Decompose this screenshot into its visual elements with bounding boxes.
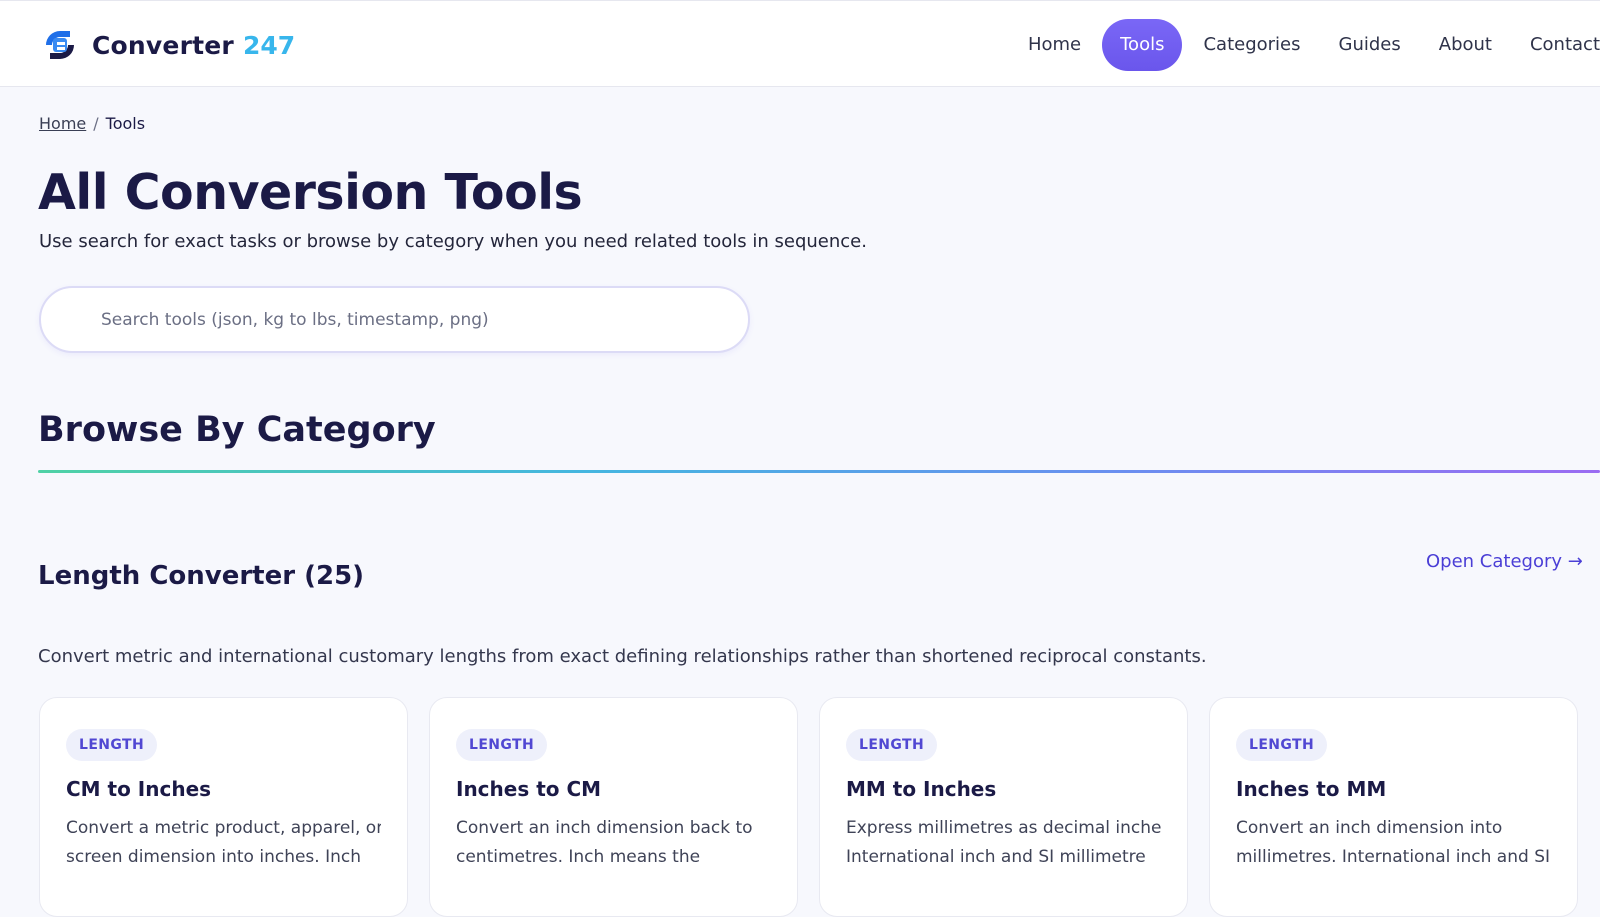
tool-card-description: Convert an inch dimension back to centim…	[456, 814, 771, 872]
tool-card-title: Inches to MM	[1236, 777, 1387, 801]
tool-card-description-line: Convert a metric product, apparel, or	[66, 818, 381, 838]
nav-categories[interactable]: Categories	[1184, 19, 1319, 71]
tool-card-mm-to-inches[interactable]: LENGTH MM to Inches Express millimetres …	[819, 697, 1188, 917]
tool-card-description-line: millimetres. International inch and SI	[1236, 847, 1550, 867]
tool-card-cm-to-inches[interactable]: LENGTH CM to Inches Convert a metric pro…	[39, 697, 408, 917]
nav-contact[interactable]: Contact	[1511, 19, 1600, 71]
tool-cards: LENGTH CM to Inches Convert a metric pro…	[39, 697, 1600, 917]
breadcrumb-current: Tools	[105, 114, 146, 133]
search-input[interactable]	[99, 288, 719, 351]
category-description: Convert metric and international customa…	[38, 646, 1207, 667]
breadcrumb-separator: /	[93, 114, 99, 133]
tool-card-description: Convert a metric product, apparel, or sc…	[66, 814, 381, 872]
tool-card-description-line: Convert an inch dimension into	[1236, 818, 1503, 838]
category-badge: LENGTH	[1236, 729, 1328, 761]
tool-card-description: Convert an inch dimension into millimetr…	[1236, 814, 1551, 872]
section-title-browse: Browse By Category	[38, 410, 436, 450]
logo-number: 247	[242, 30, 296, 60]
site-logo[interactable]: Converter 247	[40, 25, 295, 65]
nav-about[interactable]: About	[1420, 19, 1511, 71]
page-title: All Conversion Tools	[38, 164, 583, 221]
tool-card-description-line: International inch and SI millimetre	[846, 847, 1146, 867]
tool-card-description-line: screen dimension into inches. Inch	[66, 847, 362, 867]
main-nav: Home Tools Categories Guides About Conta…	[1009, 19, 1600, 71]
tool-card-title: MM to Inches	[846, 777, 997, 801]
page-subtitle: Use search for exact tasks or browse by …	[39, 231, 867, 252]
tool-card-title: Inches to CM	[456, 777, 602, 801]
search-box	[39, 286, 750, 353]
nav-tools[interactable]: Tools	[1102, 19, 1183, 71]
category-badge: LENGTH	[66, 729, 158, 761]
nav-guides[interactable]: Guides	[1320, 19, 1420, 71]
category-title: Length Converter (25)	[38, 561, 365, 591]
open-category-link[interactable]: Open Category →	[1426, 551, 1583, 572]
tool-card-description-line: Convert an inch dimension back to	[456, 818, 753, 838]
tool-card-description-line: Express millimetres as decimal inches.	[846, 818, 1161, 838]
breadcrumb: Home / Tools	[39, 114, 145, 133]
tool-card-inches-to-mm[interactable]: LENGTH Inches to MM Convert an inch dime…	[1209, 697, 1578, 917]
category-badge: LENGTH	[846, 729, 938, 761]
nav-home[interactable]: Home	[1009, 19, 1100, 71]
site-header: Converter 247 Home Tools Categories Guid…	[0, 0, 1600, 87]
tool-card-description: Express millimetres as decimal inches. I…	[846, 814, 1161, 872]
breadcrumb-home[interactable]: Home	[39, 114, 86, 133]
tool-card-description-line: centimetres. Inch means the	[456, 847, 701, 867]
logo-icon	[46, 31, 74, 59]
logo-wordmark: Converter	[92, 30, 234, 60]
tool-card-title: CM to Inches	[66, 777, 212, 801]
section-divider	[38, 470, 1600, 473]
tool-card-inches-to-cm[interactable]: LENGTH Inches to CM Convert an inch dime…	[429, 697, 798, 917]
category-badge: LENGTH	[456, 729, 548, 761]
